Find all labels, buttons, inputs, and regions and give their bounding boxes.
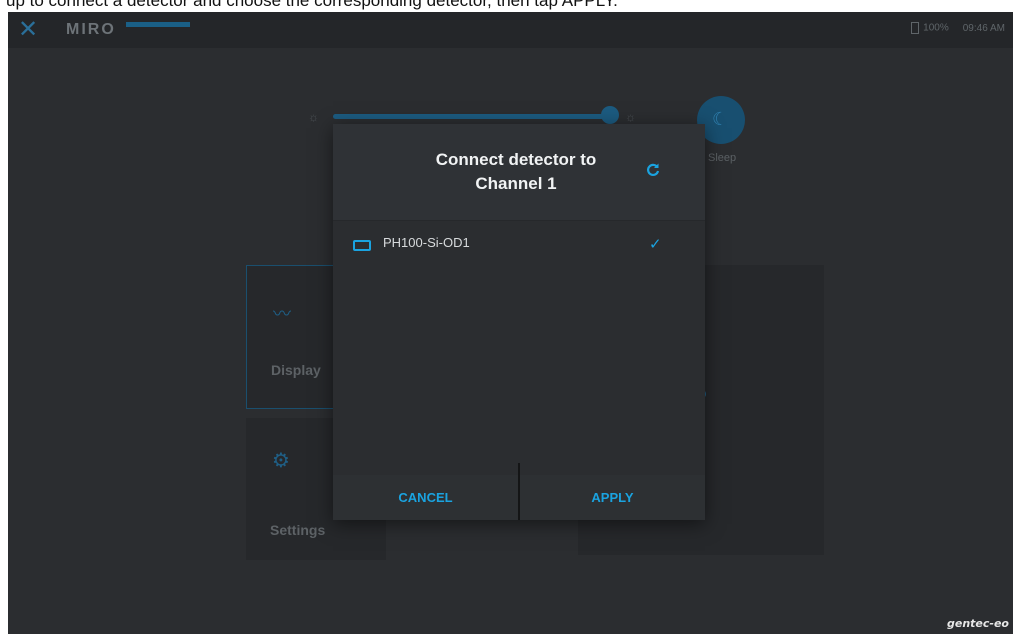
dialog-title-line1: Connect detector to — [435, 150, 597, 169]
moon-icon: ☾ — [712, 109, 729, 129]
brightness-slider-handle — [601, 106, 619, 124]
brightness-slider — [333, 114, 611, 119]
chart-line-icon: 〰 — [273, 304, 291, 324]
clock: 09:46 AM — [962, 22, 1005, 34]
detector-list: PH100-Si-OD1 ✓ — [333, 221, 705, 475]
apply-button[interactable]: APPLY — [520, 475, 705, 520]
brightness-low-icon: ☼ — [308, 110, 319, 124]
sleep-label: Sleep — [708, 152, 737, 164]
battery-level: 100% — [923, 22, 949, 34]
battery-status: 100% — [911, 22, 949, 34]
brightness-high-icon: ☼ — [625, 110, 636, 124]
gear-icon: ⚙ — [272, 450, 290, 472]
checkmark-icon: ✓ — [649, 236, 662, 253]
brand-bar — [126, 22, 190, 27]
brand-logo: MIRO — [66, 21, 116, 38]
refresh-icon[interactable] — [645, 162, 661, 178]
detector-connector-icon — [353, 240, 371, 251]
battery-icon — [911, 22, 920, 34]
cancel-button[interactable]: CANCEL — [333, 475, 518, 520]
dialog-title-line2: Channel 1 — [475, 174, 557, 193]
status-area: 100% 09:46 AM — [911, 22, 1005, 34]
document-caption: up to connect a detector and choose the … — [6, 0, 618, 10]
dialog-title: Connect detector to Channel 1 — [403, 148, 629, 196]
detector-list-item[interactable]: PH100-Si-OD1 ✓ — [333, 221, 705, 271]
dialog-footer: CANCEL APPLY — [333, 463, 705, 520]
detector-name: PH100-Si-OD1 — [383, 235, 470, 250]
connect-detector-dialog: Connect detector to Channel 1 PH100-Si-O… — [333, 124, 705, 520]
document-caption-strip: up to connect a detector and choose the … — [0, 0, 1013, 12]
top-bar: ✕ MIRO 100% 09:46 AM — [8, 12, 1013, 48]
device-screen: ✕ MIRO 100% 09:46 AM ☼ ☼ ☾ Sleep 〰 Displ… — [8, 12, 1013, 634]
gentec-logo: gentec-eo — [947, 617, 1009, 630]
dialog-header: Connect detector to Channel 1 — [333, 124, 705, 220]
display-tile-label: Display — [271, 362, 321, 378]
close-icon[interactable]: ✕ — [18, 18, 42, 42]
settings-tile-label: Settings — [270, 522, 326, 538]
